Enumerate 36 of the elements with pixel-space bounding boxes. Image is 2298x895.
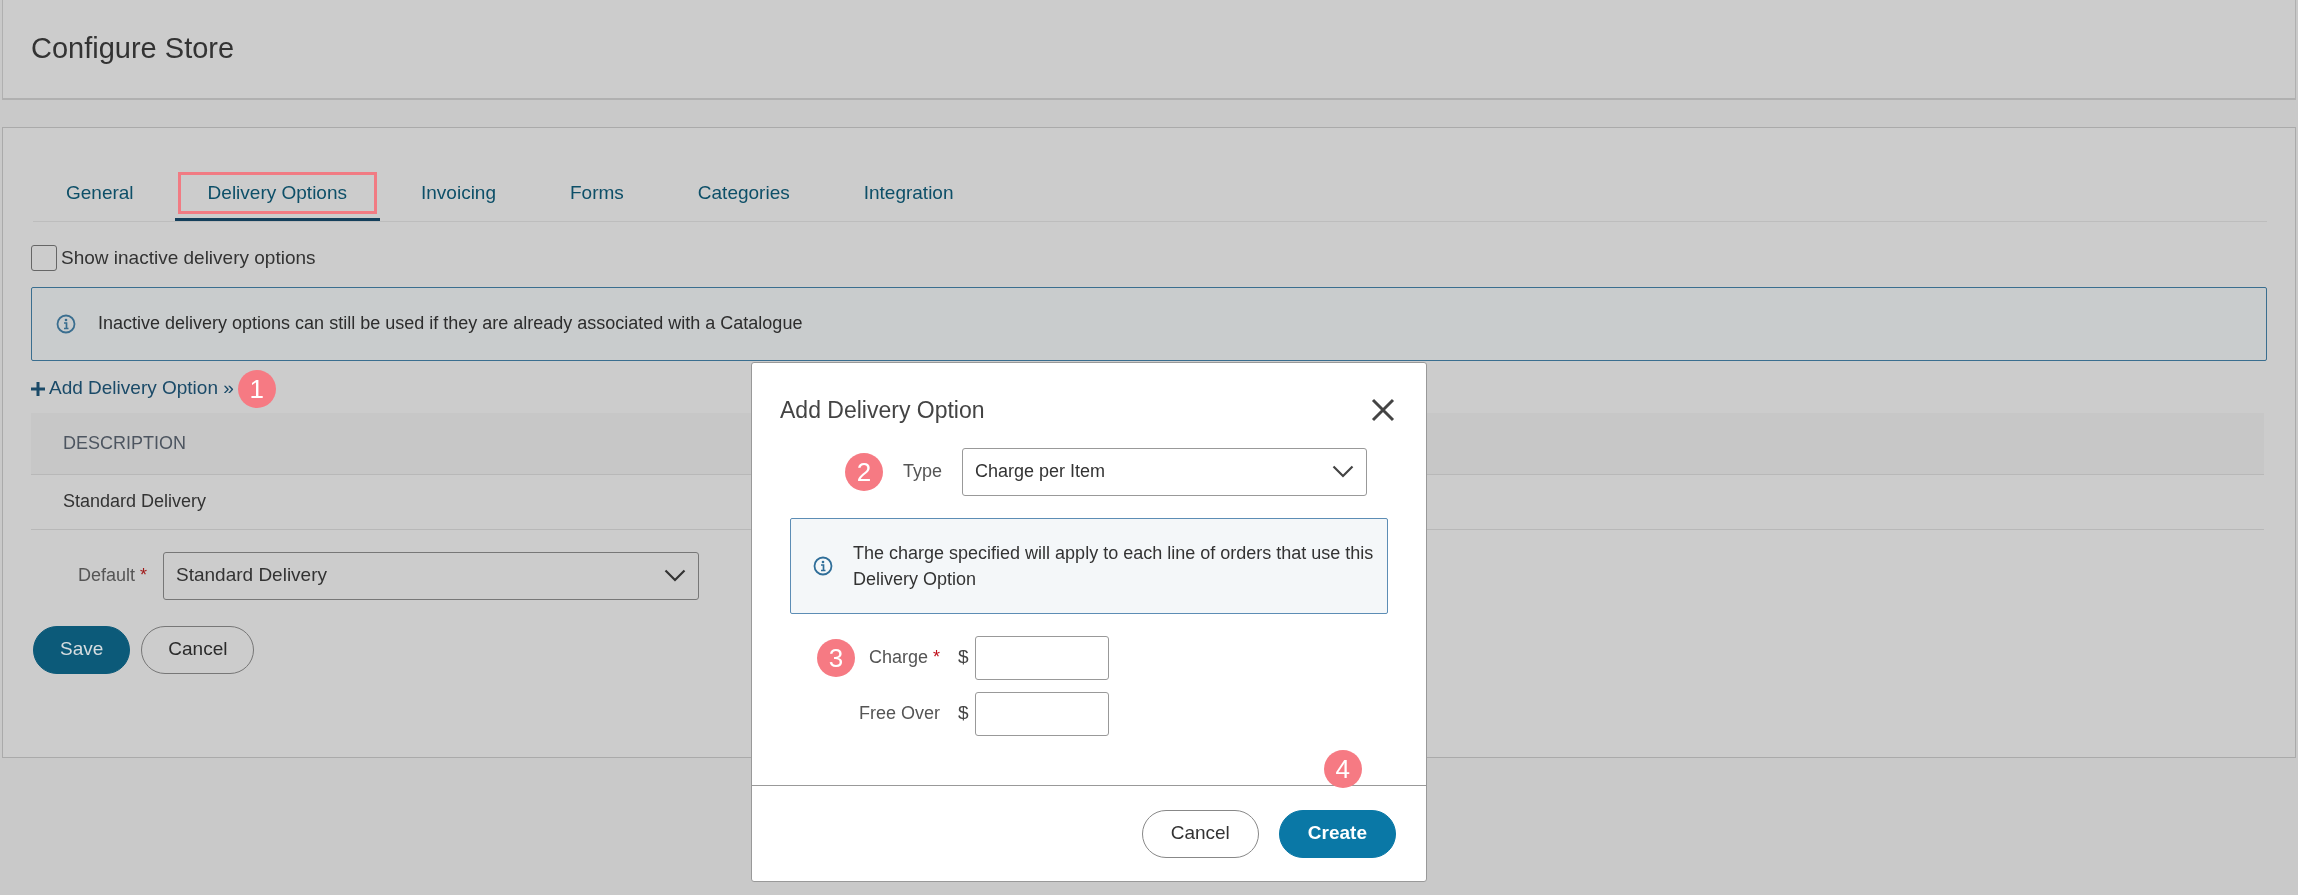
- tab[interactable]: Categories: [664, 172, 823, 221]
- dialog-title: Add Delivery Option: [780, 396, 985, 425]
- add-delivery-option-link[interactable]: Add Delivery Option »: [31, 374, 234, 403]
- step-marker: 4: [1323, 749, 1362, 788]
- currency-symbol: $: [958, 701, 969, 726]
- step-marker: 3: [816, 638, 855, 677]
- tab[interactable]: Forms: [537, 172, 657, 221]
- type-select[interactable]: Charge per Item: [962, 447, 1367, 496]
- default-select[interactable]: Standard Delivery: [163, 551, 699, 600]
- info-icon: [813, 555, 833, 576]
- page-title: Configure Store: [31, 31, 235, 67]
- amount-input[interactable]: [974, 635, 1109, 680]
- table-cell-text: Standard Delivery: [63, 490, 207, 513]
- chevron-down-icon: [664, 569, 686, 582]
- save-button[interactable]: Save: [33, 625, 131, 674]
- amount-input[interactable]: [974, 691, 1109, 736]
- create-button[interactable]: Create: [1278, 809, 1396, 858]
- chevron-down-icon: [1332, 465, 1354, 478]
- cancel-button[interactable]: Cancel: [1141, 809, 1259, 858]
- checkbox[interactable]: [31, 245, 57, 272]
- step-marker: 2: [844, 452, 883, 491]
- info-icon: [56, 313, 76, 334]
- tab[interactable]: Invoicing: [388, 172, 529, 221]
- step-marker: 1: [237, 369, 276, 408]
- default-label: Default *: [76, 564, 148, 587]
- plus-icon: [31, 381, 45, 396]
- tab[interactable]: General: [33, 172, 167, 221]
- info-text: Inactive delivery options can still be used if they are already associated with a Catalogue: [98, 312, 803, 335]
- amount-label: Free Over: [858, 702, 940, 725]
- amount-label: Charge *: [868, 646, 940, 669]
- column-header: DESCRIPTION: [63, 431, 186, 455]
- type-label: Type: [902, 460, 942, 483]
- checkbox-label: Show inactive delivery options: [61, 246, 316, 270]
- tab[interactable]: Integration: [830, 172, 987, 221]
- info-text: The charge specified will apply to each line of orders that use this Delivery Option: [853, 541, 1375, 591]
- currency-symbol: $: [958, 645, 969, 670]
